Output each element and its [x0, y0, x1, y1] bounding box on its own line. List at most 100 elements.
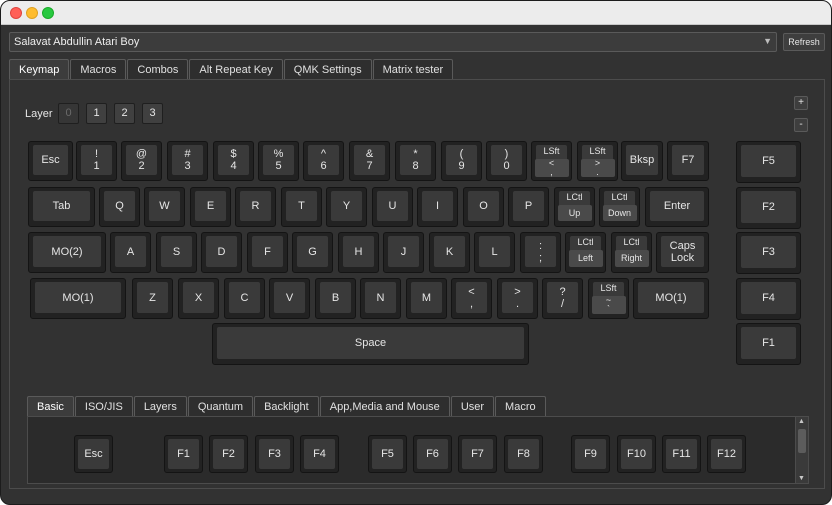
key-caps-lock[interactable]: Caps Lock	[656, 232, 709, 273]
palette-key-f4[interactable]: F4	[300, 435, 339, 473]
key-f4[interactable]: F4	[736, 278, 801, 320]
maximize-window-button[interactable]	[42, 7, 54, 19]
layer-0-button[interactable]: 0	[58, 103, 79, 124]
key-p[interactable]: P	[508, 187, 549, 227]
tab-alt-repeat-key[interactable]: Alt Repeat Key	[189, 59, 283, 80]
key-lctl-left[interactable]: LCtl Left	[565, 232, 606, 273]
device-select[interactable]: Salavat Abdullin Atari Boy ▼	[9, 32, 777, 52]
minimize-window-button[interactable]	[26, 7, 38, 19]
palette-key-f1[interactable]: F1	[164, 435, 203, 473]
palette-key-f9[interactable]: F9	[571, 435, 610, 473]
palette-key-esc[interactable]: Esc	[74, 435, 113, 473]
key-lctl-right[interactable]: LCtl Right	[611, 232, 652, 273]
key-z[interactable]: Z	[132, 278, 173, 319]
key-lctl-down[interactable]: LCtl Down	[599, 187, 640, 227]
key-w[interactable]: W	[144, 187, 185, 227]
key-j[interactable]: J	[383, 232, 424, 273]
key-m[interactable]: M	[406, 278, 447, 319]
key-f7[interactable]: F7	[667, 141, 709, 181]
scrollbar-thumb[interactable]	[798, 429, 806, 453]
key-n[interactable]: N	[360, 278, 401, 319]
key-lsft-period[interactable]: LSft >.	[577, 141, 618, 181]
tab-iso-jis[interactable]: ISO/JIS	[74, 396, 133, 417]
key-2[interactable]: @2	[121, 141, 162, 181]
scroll-up-icon[interactable]: ▲	[798, 418, 805, 425]
key-u[interactable]: U	[372, 187, 413, 227]
tab-macro[interactable]: Macro	[495, 396, 546, 417]
key-f1[interactable]: F1	[736, 323, 801, 365]
key-lsft-grave[interactable]: LSft ~ `	[588, 278, 629, 319]
tab-combos[interactable]: Combos	[127, 59, 189, 80]
tab-matrix-tester[interactable]: Matrix tester	[372, 59, 454, 80]
key-mo1-right[interactable]: MO(1)	[633, 278, 709, 319]
palette-scrollbar[interactable]: ▲ ▼	[795, 417, 808, 483]
key-a[interactable]: A	[110, 232, 151, 273]
palette-key-f8[interactable]: F8	[504, 435, 543, 473]
key-e[interactable]: E	[190, 187, 231, 227]
tab-user[interactable]: User	[450, 396, 495, 417]
key-4[interactable]: $4	[213, 141, 254, 181]
key-7[interactable]: & 7	[349, 141, 390, 181]
key-lsft-comma[interactable]: LSft <,	[531, 141, 572, 181]
key-period[interactable]: >.	[497, 278, 538, 319]
tab-qmk-settings[interactable]: QMK Settings	[283, 59, 372, 80]
palette-key-f10[interactable]: F10	[617, 435, 656, 473]
tab-macros[interactable]: Macros	[70, 59, 127, 80]
key-r[interactable]: R	[235, 187, 276, 227]
palette-key-f5[interactable]: F5	[368, 435, 407, 473]
key-f3[interactable]: F3	[736, 232, 801, 274]
refresh-button[interactable]: Refresh	[783, 33, 825, 51]
key-comma[interactable]: <,	[451, 278, 492, 319]
key-3[interactable]: #3	[167, 141, 208, 181]
key-k[interactable]: K	[429, 232, 470, 273]
key-semicolon[interactable]: :;	[520, 232, 561, 273]
key-o[interactable]: O	[463, 187, 504, 227]
palette-key-f3[interactable]: F3	[255, 435, 294, 473]
key-t[interactable]: T	[281, 187, 322, 227]
key-bksp[interactable]: Bksp	[621, 141, 663, 181]
key-h[interactable]: H	[338, 232, 379, 273]
scroll-down-icon[interactable]: ▼	[798, 475, 805, 482]
palette-key-f7[interactable]: F7	[458, 435, 497, 473]
key-f[interactable]: F	[247, 232, 288, 273]
layer-1-button[interactable]: 1	[86, 103, 107, 124]
key-mo2[interactable]: MO(2)	[28, 232, 106, 273]
key-8[interactable]: * 8	[395, 141, 436, 181]
key-l[interactable]: L	[474, 232, 515, 273]
layer-2-button[interactable]: 2	[114, 103, 135, 124]
layer-3-button[interactable]: 3	[142, 103, 163, 124]
key-s[interactable]: S	[156, 232, 197, 273]
zoom-out-button[interactable]: -	[794, 118, 808, 132]
key-slash[interactable]: ? /	[542, 278, 583, 319]
zoom-in-button[interactable]: +	[794, 96, 808, 110]
tab-quantum[interactable]: Quantum	[187, 396, 254, 417]
tab-basic[interactable]: Basic	[27, 396, 74, 417]
palette-key-f12[interactable]: F12	[707, 435, 746, 473]
tab-layers[interactable]: Layers	[133, 396, 187, 417]
key-lctl-up[interactable]: LCtl Up	[554, 187, 595, 227]
key-d[interactable]: D	[201, 232, 242, 273]
key-f2[interactable]: F2	[736, 187, 801, 229]
key-g[interactable]: G	[292, 232, 333, 273]
key-esc[interactable]: Esc	[28, 141, 73, 181]
key-0[interactable]: ) 0	[486, 141, 527, 181]
key-q[interactable]: Q	[99, 187, 140, 227]
key-b[interactable]: B	[315, 278, 356, 319]
key-y[interactable]: Y	[326, 187, 367, 227]
tab-keymap[interactable]: Keymap	[9, 59, 70, 80]
key-9[interactable]: (9	[441, 141, 482, 181]
palette-key-f11[interactable]: F11	[662, 435, 701, 473]
palette-key-f2[interactable]: F2	[209, 435, 248, 473]
key-i[interactable]: I	[417, 187, 458, 227]
key-c[interactable]: C	[224, 278, 265, 319]
palette-key-f6[interactable]: F6	[413, 435, 452, 473]
key-mo1-left[interactable]: MO(1)	[30, 278, 126, 319]
tab-backlight[interactable]: Backlight	[254, 396, 319, 417]
key-f5[interactable]: F5	[736, 141, 801, 183]
key-5[interactable]: % 5	[258, 141, 299, 181]
key-space[interactable]: Space	[212, 323, 529, 365]
key-enter[interactable]: Enter	[645, 187, 709, 227]
key-tab[interactable]: Tab	[28, 187, 95, 227]
key-6[interactable]: ^ 6	[303, 141, 344, 181]
key-x[interactable]: X	[178, 278, 219, 319]
